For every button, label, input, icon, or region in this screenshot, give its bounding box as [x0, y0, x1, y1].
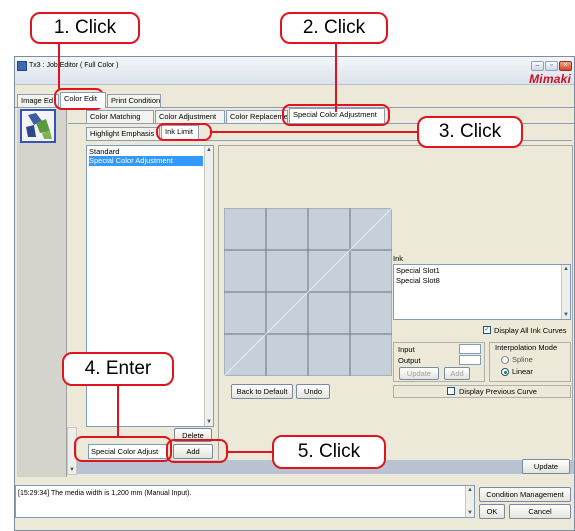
thumbnail-image-icon — [22, 111, 54, 141]
callout-1-connector — [58, 38, 60, 90]
log-scrollbar[interactable]: ▲ ▼ — [465, 486, 474, 517]
point-add-button[interactable]: Add — [444, 367, 470, 380]
ink-limit-curve-graph[interactable] — [224, 208, 392, 376]
callout-2-connector — [335, 38, 337, 112]
undo-button[interactable]: Undo — [296, 384, 330, 399]
title-bar: Tx3 : Job Editor ( Full Color ) – ▫ × Mi… — [15, 57, 574, 86]
linear-radio[interactable] — [501, 368, 509, 376]
scroll-up-icon[interactable]: ▲ — [206, 147, 212, 153]
output-spinbox[interactable] — [459, 355, 481, 365]
tab-image-edit[interactable]: Image Ed — [17, 94, 59, 108]
tab-label: Print Condition — [111, 96, 161, 105]
tab-color-matching[interactable]: Color Matching — [86, 110, 154, 124]
list-item[interactable]: Special Slot8 — [396, 276, 440, 285]
ink-list[interactable]: Special Slot1 Special Slot8 ▲ ▼ — [393, 264, 571, 320]
scroll-down-icon[interactable]: ▼ — [467, 510, 473, 516]
tab-label: Color Matching — [90, 112, 141, 121]
back-to-default-button[interactable]: Back to Default — [231, 384, 293, 399]
callout-step-5: 5. Click — [272, 435, 386, 469]
tab-print-condition[interactable]: Print Condition — [107, 94, 161, 108]
callout-step-3: 3. Click — [417, 116, 523, 148]
display-all-label: Display All Ink Curves — [494, 326, 567, 335]
tab-color-edit[interactable]: Color Edit — [60, 92, 106, 108]
close-icon[interactable]: × — [559, 61, 572, 71]
scroll-up-icon[interactable]: ▲ — [563, 266, 569, 272]
ok-button[interactable]: OK — [479, 504, 505, 519]
linear-label: Linear — [512, 367, 533, 376]
callout-3-connector — [210, 131, 422, 133]
display-previous-label: Display Previous Curve — [459, 387, 537, 396]
mimaki-logo: Mimaki — [529, 72, 571, 86]
radio-dot — [503, 370, 507, 374]
highlight-ink-limit-tab — [156, 123, 212, 141]
log-message: [15:29:34] The media width is 1,200 mm (… — [18, 490, 192, 497]
callout-step-4: 4. Enter — [62, 352, 174, 386]
scroll-down-icon[interactable]: ▼ — [563, 312, 569, 318]
log-area: [15:29:34] The media width is 1,200 mm (… — [15, 485, 475, 518]
condition-management-button[interactable]: Condition Management — [479, 487, 571, 502]
scroll-down-icon[interactable]: ▼ — [69, 467, 75, 473]
scroll-down-icon[interactable]: ▼ — [206, 419, 212, 425]
spline-label: Spline — [512, 355, 533, 364]
tab-highlight-emphasis[interactable]: Highlight Emphasis — [86, 127, 160, 141]
interpolation-label: Interpolation Mode — [495, 343, 558, 352]
tab-color-adjustment[interactable]: Color Adjustment — [155, 110, 225, 124]
main-update-button[interactable]: Update — [522, 459, 570, 474]
ink-limit-panel: Ink Special Slot1 Special Slot8 ▲ ▼ ✓ Di… — [218, 145, 573, 461]
window-title: Tx3 : Job Editor ( Full Color ) — [29, 62, 119, 69]
thumbnail-column — [17, 109, 67, 477]
list-item-selected[interactable]: Special Color Adjustment — [89, 156, 203, 166]
highlight-special-color-tab — [282, 104, 390, 126]
callout-5-connector — [226, 451, 274, 453]
app-icon — [17, 61, 27, 71]
tab-label: Color Adjustment — [159, 112, 217, 121]
input-spinbox[interactable] — [459, 344, 481, 354]
display-all-checkbox[interactable]: ✓ — [483, 326, 491, 334]
cancel-button[interactable]: Cancel — [509, 504, 571, 519]
tab-color-replacement[interactable]: Color Replacement — [226, 110, 288, 124]
ink-list-scrollbar[interactable]: ▲ ▼ — [561, 265, 570, 319]
callout-4-connector — [117, 382, 119, 438]
maximize-icon[interactable]: ▫ — [545, 61, 558, 71]
tab-label: Image Ed — [21, 96, 54, 105]
tab-label: Color Replacement — [230, 112, 288, 121]
spline-radio[interactable] — [501, 356, 509, 364]
ink-group-label: Ink — [393, 254, 404, 263]
image-thumbnail[interactable] — [20, 109, 56, 143]
input-label: Input — [398, 345, 415, 354]
point-update-button[interactable]: Update — [399, 367, 439, 380]
display-previous-checkbox[interactable] — [447, 387, 455, 395]
highlight-name-input — [74, 436, 172, 462]
output-label: Output — [398, 356, 421, 365]
minimize-icon[interactable]: – — [531, 61, 544, 71]
tab-label: Highlight Emphasis — [90, 129, 155, 138]
callout-step-1: 1. Click — [30, 12, 140, 44]
highlight-add-button — [166, 439, 228, 463]
callout-step-2: 2. Click — [280, 12, 388, 44]
scroll-up-icon[interactable]: ▲ — [467, 487, 473, 493]
list-item[interactable]: Special Slot1 — [396, 266, 440, 275]
list-scrollbar[interactable]: ▲ ▼ — [204, 146, 213, 426]
tab-label: Color Edit — [64, 94, 97, 103]
